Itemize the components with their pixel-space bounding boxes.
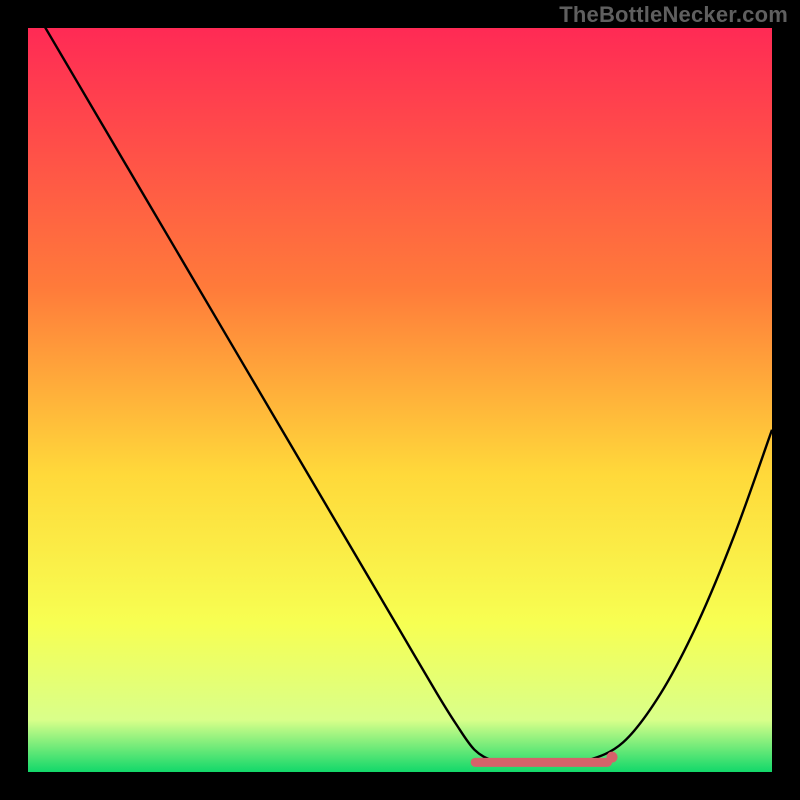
chart-svg (28, 28, 772, 772)
optimal-dot (607, 752, 618, 763)
gradient-background (28, 28, 772, 772)
chart-frame: TheBottleNecker.com (0, 0, 800, 800)
optimal-band (471, 758, 612, 767)
watermark-text: TheBottleNecker.com (559, 2, 788, 28)
plot-area (28, 28, 772, 772)
